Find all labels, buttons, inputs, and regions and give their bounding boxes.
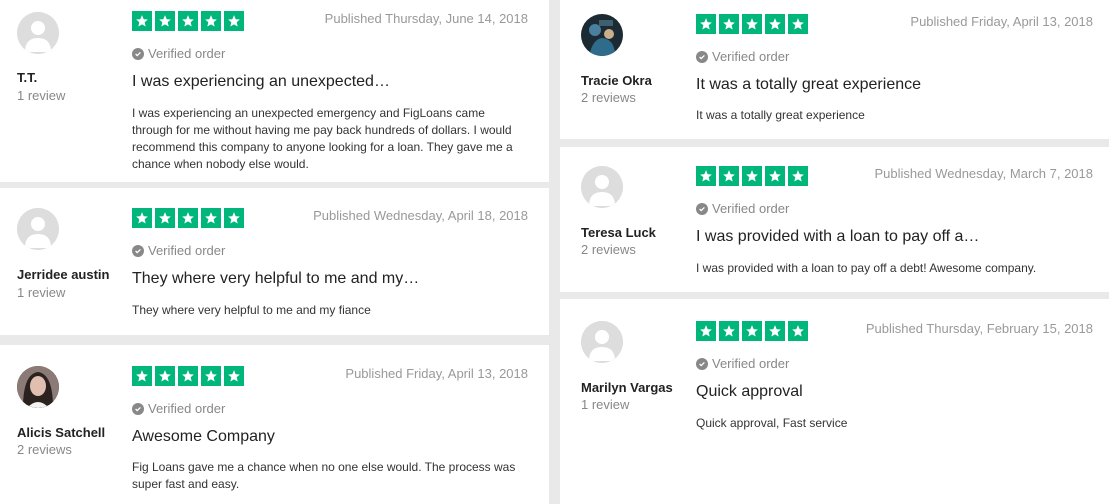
published-date: Published Thursday, February 15, 2018 xyxy=(865,321,1093,336)
star-icon xyxy=(696,14,716,34)
verified-label: Verified order xyxy=(712,356,790,371)
star-icon xyxy=(788,321,808,341)
star-icon xyxy=(132,11,152,31)
verified-label: Verified order xyxy=(712,49,790,64)
published-date: Published Friday, April 13, 2018 xyxy=(910,14,1093,29)
star-icon xyxy=(132,366,152,386)
reviewer-name[interactable]: Marilyn Vargas xyxy=(581,380,673,395)
star-icon xyxy=(765,166,785,186)
verified-label: Verified order xyxy=(148,243,226,258)
review-card: Marilyn Vargas 1 review Published Thursd… xyxy=(560,299,1109,504)
star-icon xyxy=(155,11,175,31)
star-icon xyxy=(788,166,808,186)
star-icon xyxy=(201,208,221,228)
star-rating xyxy=(696,166,808,186)
star-rating xyxy=(696,321,808,341)
star-icon xyxy=(201,366,221,386)
review-body: It was a totally great experience xyxy=(696,108,865,122)
star-rating xyxy=(696,14,808,34)
reviewer-name[interactable]: Alicis Satchell xyxy=(17,425,105,440)
review-card: Teresa Luck 2 reviews Published Wednesda… xyxy=(560,147,1109,292)
verified-badge: Verified order xyxy=(696,201,789,216)
star-icon xyxy=(742,14,762,34)
star-icon xyxy=(719,321,739,341)
star-rating xyxy=(132,11,244,31)
star-icon xyxy=(201,11,221,31)
reviewer-review-count: 2 reviews xyxy=(581,90,636,105)
avatar[interactable] xyxy=(17,366,59,408)
verified-badge: Verified order xyxy=(132,401,225,416)
review-title[interactable]: Awesome Company xyxy=(132,428,275,446)
published-date: Published Thursday, June 14, 2018 xyxy=(324,11,528,26)
check-circle-icon xyxy=(696,50,708,63)
review-card: Tracie Okra 2 reviews Published Friday, … xyxy=(560,0,1109,139)
reviewer-name[interactable]: Teresa Luck xyxy=(581,225,656,240)
reviewer-name[interactable]: Jerridee austin xyxy=(17,267,110,282)
verified-badge: Verified order xyxy=(696,356,789,371)
star-icon xyxy=(719,166,739,186)
verified-label: Verified order xyxy=(148,46,226,61)
star-icon xyxy=(178,208,198,228)
star-icon xyxy=(224,11,244,31)
star-icon xyxy=(224,208,244,228)
review-title[interactable]: Quick approval xyxy=(696,383,803,401)
verified-label: Verified order xyxy=(712,201,790,216)
check-circle-icon xyxy=(132,47,144,60)
reviewer-review-count: 1 review xyxy=(581,397,630,412)
published-date: Published Wednesday, March 7, 2018 xyxy=(874,166,1094,181)
check-circle-icon xyxy=(132,402,144,415)
review-body: Fig Loans gave me a chance when no one e… xyxy=(132,460,516,491)
review-body: I was provided with a loan to pay off a … xyxy=(696,261,1037,275)
review-body: Quick approval, Fast service xyxy=(696,416,848,430)
avatar[interactable] xyxy=(17,208,59,250)
reviewer-name[interactable]: Tracie Okra xyxy=(581,73,652,88)
published-date: Published Friday, April 13, 2018 xyxy=(345,366,528,381)
review-card: Jerridee austin 1 review Published Wedne… xyxy=(0,188,549,335)
star-icon xyxy=(696,321,716,341)
review-body: I was experiencing an unexpected emergen… xyxy=(132,106,513,171)
review-body: They where very helpful to me and my fia… xyxy=(132,303,371,317)
star-rating xyxy=(132,208,244,228)
published-date: Published Wednesday, April 18, 2018 xyxy=(313,208,528,223)
verified-badge: Verified order xyxy=(696,49,789,64)
avatar[interactable] xyxy=(581,321,623,363)
review-title[interactable]: It was a totally great experience xyxy=(696,76,921,94)
star-rating xyxy=(132,366,244,386)
star-icon xyxy=(155,208,175,228)
star-icon xyxy=(765,14,785,34)
review-title[interactable]: I was experiencing an unexpected… xyxy=(132,73,390,91)
star-icon xyxy=(742,166,762,186)
star-icon xyxy=(178,366,198,386)
verified-badge: Verified order xyxy=(132,243,225,258)
reviewer-review-count: 1 review xyxy=(17,285,66,300)
avatar[interactable] xyxy=(17,12,59,54)
star-icon xyxy=(155,366,175,386)
star-icon xyxy=(132,208,152,228)
check-circle-icon xyxy=(132,244,144,257)
check-circle-icon xyxy=(696,357,708,370)
review-card: Alicis Satchell 2 reviews Published Frid… xyxy=(0,345,549,504)
reviewer-review-count: 2 reviews xyxy=(17,442,72,457)
check-circle-icon xyxy=(696,202,708,215)
star-icon xyxy=(696,166,716,186)
review-title[interactable]: They where very helpful to me and my… xyxy=(132,270,419,288)
avatar[interactable] xyxy=(581,14,623,56)
reviewer-review-count: 1 review xyxy=(17,88,66,103)
star-icon xyxy=(719,14,739,34)
star-icon xyxy=(788,14,808,34)
star-icon xyxy=(742,321,762,341)
star-icon xyxy=(765,321,785,341)
verified-label: Verified order xyxy=(148,401,226,416)
reviewer-review-count: 2 reviews xyxy=(581,242,636,257)
review-title[interactable]: I was provided with a loan to pay off a… xyxy=(696,228,979,246)
verified-badge: Verified order xyxy=(132,46,225,61)
star-icon xyxy=(224,366,244,386)
star-icon xyxy=(178,11,198,31)
avatar[interactable] xyxy=(581,166,623,208)
reviewer-name[interactable]: T.T. xyxy=(17,70,37,85)
review-card: T.T. 1 review Published Thursday, June 1… xyxy=(0,0,549,182)
